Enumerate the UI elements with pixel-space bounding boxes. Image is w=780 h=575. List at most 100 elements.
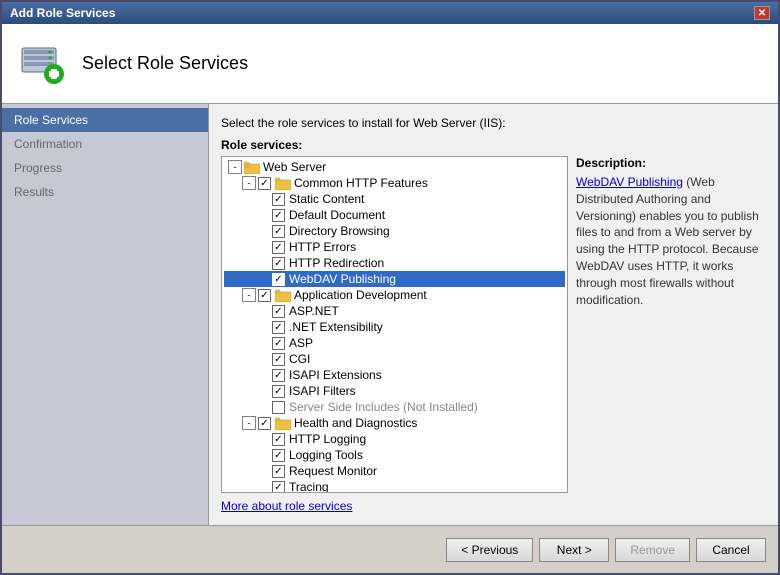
sidebar-item-results[interactable]: Results [2, 180, 208, 204]
checkbox-app-dev[interactable] [258, 289, 271, 302]
panels-container: - Web Server - Common HTTP Features [221, 156, 766, 493]
label-isapi-ext: ISAPI Extensions [289, 368, 382, 382]
expander-app-dev[interactable]: - [242, 288, 256, 302]
close-button[interactable]: ✕ [754, 6, 770, 20]
space-17 [256, 480, 270, 493]
folder-icon-4 [275, 416, 291, 430]
checkbox-common-http[interactable] [258, 177, 271, 190]
label-webdav: WebDAV Publishing [289, 272, 396, 286]
space-9 [256, 336, 270, 350]
checkbox-aspnet[interactable] [272, 305, 285, 318]
checkbox-ssi[interactable] [272, 401, 285, 414]
checkbox-isapi-filters[interactable] [272, 385, 285, 398]
space-13 [256, 400, 270, 414]
tree-item-request-monitor[interactable]: Request Monitor [224, 463, 565, 479]
checkbox-static-content[interactable] [272, 193, 285, 206]
label-cgi: CGI [289, 352, 310, 366]
label-http-logging: HTTP Logging [289, 432, 366, 446]
folder-icon-2 [275, 176, 291, 190]
checkbox-logging-tools[interactable] [272, 449, 285, 462]
folder-icon-3 [275, 288, 291, 302]
role-services-label: Role services: [221, 138, 766, 152]
space-10 [256, 352, 270, 366]
tree-item-dir-browsing[interactable]: Directory Browsing [224, 223, 565, 239]
label-ssi: Server Side Includes (Not Installed) [289, 400, 478, 414]
space-2 [256, 208, 270, 222]
header: Select Role Services [2, 24, 778, 104]
space-12 [256, 384, 270, 398]
tree-item-default-doc[interactable]: Default Document [224, 207, 565, 223]
footer: < Previous Next > Remove Cancel [2, 525, 778, 573]
remove-button[interactable]: Remove [615, 538, 690, 562]
label-health: Health and Diagnostics [294, 416, 417, 430]
main-panel: Select the role services to install for … [209, 104, 778, 525]
expander-webserver[interactable]: - [228, 160, 242, 174]
checkbox-tracing[interactable] [272, 481, 285, 494]
label-static-content: Static Content [289, 192, 364, 206]
checkbox-health[interactable] [258, 417, 271, 430]
sidebar: Role Services Confirmation Progress Resu… [2, 104, 209, 525]
tree-item-isapi-ext[interactable]: ISAPI Extensions [224, 367, 565, 383]
label-http-errors: HTTP Errors [289, 240, 356, 254]
tree-item-http-logging[interactable]: HTTP Logging [224, 431, 565, 447]
space-6 [256, 272, 270, 286]
cancel-button[interactable]: Cancel [696, 538, 766, 562]
window-title: Add Role Services [10, 6, 115, 20]
space-4 [256, 240, 270, 254]
previous-button[interactable]: < Previous [446, 538, 533, 562]
tree-item-static-content[interactable]: Static Content [224, 191, 565, 207]
tree-item-webdav[interactable]: WebDAV Publishing [224, 271, 565, 287]
tree-item-webserver[interactable]: - Web Server [224, 159, 565, 175]
tree-item-net-ext[interactable]: .NET Extensibility [224, 319, 565, 335]
tree-item-http-errors[interactable]: HTTP Errors [224, 239, 565, 255]
checkbox-request-monitor[interactable] [272, 465, 285, 478]
label-dir-browsing: Directory Browsing [289, 224, 390, 238]
label-app-dev: Application Development [294, 288, 427, 302]
space-11 [256, 368, 270, 382]
space-5 [256, 256, 270, 270]
main-window: Add Role Services ✕ Select Role Services [0, 0, 780, 575]
checkbox-webdav[interactable] [272, 273, 285, 286]
tree-item-aspnet[interactable]: ASP.NET [224, 303, 565, 319]
label-request-monitor: Request Monitor [289, 464, 377, 478]
tree-item-cgi[interactable]: CGI [224, 351, 565, 367]
checkbox-http-errors[interactable] [272, 241, 285, 254]
label-isapi-filters: ISAPI Filters [289, 384, 356, 398]
tree-item-common-http[interactable]: - Common HTTP Features [224, 175, 565, 191]
label-common-http: Common HTTP Features [294, 176, 428, 190]
checkbox-cgi[interactable] [272, 353, 285, 366]
sidebar-item-confirmation[interactable]: Confirmation [2, 132, 208, 156]
tree-item-app-dev[interactable]: - Application Development [224, 287, 565, 303]
checkbox-net-ext[interactable] [272, 321, 285, 334]
space-1 [256, 192, 270, 206]
label-webserver: Web Server [263, 160, 326, 174]
more-about-link[interactable]: More about role services [221, 499, 352, 513]
checkbox-asp[interactable] [272, 337, 285, 350]
description-label: Description: [576, 156, 766, 170]
space-14 [256, 432, 270, 446]
expander-common-http[interactable]: - [242, 176, 256, 190]
checkbox-isapi-ext[interactable] [272, 369, 285, 382]
space-8 [256, 320, 270, 334]
checkbox-dir-browsing[interactable] [272, 225, 285, 238]
checkbox-http-logging[interactable] [272, 433, 285, 446]
tree-panel[interactable]: - Web Server - Common HTTP Features [221, 156, 568, 493]
label-default-doc: Default Document [289, 208, 385, 222]
checkbox-http-redir[interactable] [272, 257, 285, 270]
tree-item-ssi[interactable]: Server Side Includes (Not Installed) [224, 399, 565, 415]
next-button[interactable]: Next > [539, 538, 609, 562]
sidebar-item-role-services[interactable]: Role Services [2, 108, 208, 132]
label-http-redir: HTTP Redirection [289, 256, 384, 270]
tree-item-tracing[interactable]: Tracing [224, 479, 565, 493]
tree-item-logging-tools[interactable]: Logging Tools [224, 447, 565, 463]
expander-health[interactable]: - [242, 416, 256, 430]
tree-item-asp[interactable]: ASP [224, 335, 565, 351]
header-icon [18, 40, 66, 88]
sidebar-item-progress[interactable]: Progress [2, 156, 208, 180]
tree-item-isapi-filters[interactable]: ISAPI Filters [224, 383, 565, 399]
tree-item-http-redir[interactable]: HTTP Redirection [224, 255, 565, 271]
more-link-row: More about role services [221, 499, 766, 513]
tree-item-health[interactable]: - Health and Diagnostics [224, 415, 565, 431]
checkbox-default-doc[interactable] [272, 209, 285, 222]
desc-link[interactable]: WebDAV Publishing [576, 175, 683, 189]
